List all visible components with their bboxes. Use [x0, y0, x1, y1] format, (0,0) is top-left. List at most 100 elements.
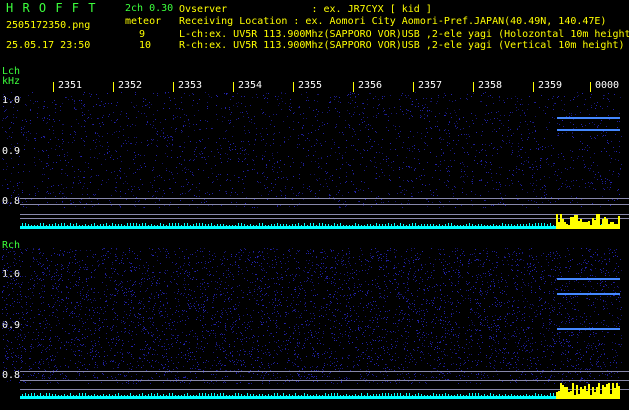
baseline-spike [478, 393, 479, 396]
baseline-spike [352, 225, 353, 226]
baseline-spike [76, 223, 77, 226]
time-tick [53, 82, 54, 92]
signal-burst [568, 392, 570, 399]
baseline-spike [379, 224, 380, 226]
time-label: 2355 [298, 80, 323, 91]
baseline-spike [325, 224, 326, 226]
baseline-spike [202, 223, 203, 226]
baseline-spike [22, 223, 23, 226]
baseline-spike [472, 224, 473, 226]
baseline-spike [136, 223, 137, 226]
baseline-spike [265, 225, 266, 226]
baseline-spike [145, 395, 146, 396]
baseline-spike [121, 224, 122, 226]
signal-burst [588, 221, 590, 229]
baseline-spike [196, 223, 197, 226]
baseline-spike [505, 394, 506, 396]
baseline-spike [199, 393, 200, 396]
signal-burst [612, 222, 614, 229]
meteor-label: meteor [125, 16, 162, 27]
baseline-spike [424, 395, 425, 396]
baseline-spike [163, 394, 164, 396]
baseline-spike [346, 225, 347, 226]
baseline-spike [208, 224, 209, 226]
time-tick [113, 82, 114, 92]
baseline-spike [64, 394, 65, 396]
baseline-spike [52, 224, 53, 226]
baseline-spike [31, 225, 32, 226]
baseline-spike [532, 395, 533, 396]
baseline-spike [367, 224, 368, 226]
baseline-spike [55, 394, 56, 396]
baseline-spike [61, 395, 62, 396]
signal-burst [614, 388, 616, 399]
baseline-spike [505, 224, 506, 226]
baseline-spike [241, 394, 242, 396]
baseline-spike [226, 395, 227, 396]
signal-burst [566, 224, 568, 229]
baseline-spike [196, 395, 197, 396]
baseline-spike [547, 395, 548, 396]
baseline-spike [412, 223, 413, 226]
baseline-spike [49, 224, 50, 226]
baseline-spike [421, 394, 422, 396]
baseline-spike [214, 393, 215, 396]
baseline-spike [400, 393, 401, 396]
baseline-spike [295, 224, 296, 226]
baseline-spike [25, 393, 26, 396]
baseline-spike [226, 225, 227, 226]
noise-field [2, 92, 622, 208]
baseline-spike [499, 225, 500, 226]
baseline-spike [406, 225, 407, 226]
baseline-spike [169, 393, 170, 396]
baseline-spike [517, 224, 518, 226]
baseline-spike [325, 393, 326, 396]
baseline-spike [76, 395, 77, 396]
baseline-spike [187, 223, 188, 226]
time-tick [233, 82, 234, 92]
baseline-spike [67, 225, 68, 226]
baseline-spike [166, 225, 167, 226]
baseline-spike [265, 395, 266, 396]
baseline-spike [451, 395, 452, 396]
baseline-spike [22, 394, 23, 396]
baseline-spike [79, 393, 80, 396]
signal-burst [618, 216, 620, 229]
baseline-spike [124, 395, 125, 396]
baseline-spike [364, 395, 365, 396]
time-tick [473, 82, 474, 92]
baseline-spike [367, 393, 368, 396]
baseline-spike [355, 394, 356, 396]
carrier-trace [557, 278, 620, 280]
baseline-spike [460, 394, 461, 396]
baseline-spike [403, 224, 404, 226]
baseline-spike [514, 225, 515, 226]
baseline-spike [523, 224, 524, 226]
time-label: 2358 [478, 80, 503, 91]
baseline-spike [46, 225, 47, 226]
signal-burst [606, 384, 608, 399]
baseline-spike [244, 224, 245, 226]
baseline-spike [286, 224, 287, 226]
signal-burst [604, 387, 606, 399]
baseline-spike [448, 394, 449, 396]
baseline-spike [355, 223, 356, 226]
baseline-spike [253, 394, 254, 396]
signal-burst [576, 385, 578, 399]
baseline-spike [538, 223, 539, 226]
baseline-spike [40, 393, 41, 396]
baseline-spike [529, 395, 530, 396]
reference-line [20, 371, 629, 372]
observer-line: Ovserver : ex. JR7CYX [ kid ] [179, 4, 432, 15]
baseline-spike [538, 394, 539, 396]
baseline-spike [322, 223, 323, 226]
baseline-spike [151, 224, 152, 226]
signal-burst [600, 394, 602, 399]
baseline-spike [544, 223, 545, 226]
baseline-spike [127, 395, 128, 396]
baseline-spike [94, 394, 95, 396]
baseline-spike [544, 395, 545, 396]
baseline-spike [481, 224, 482, 226]
signal-burst [580, 219, 582, 229]
baseline-spike [148, 394, 149, 396]
